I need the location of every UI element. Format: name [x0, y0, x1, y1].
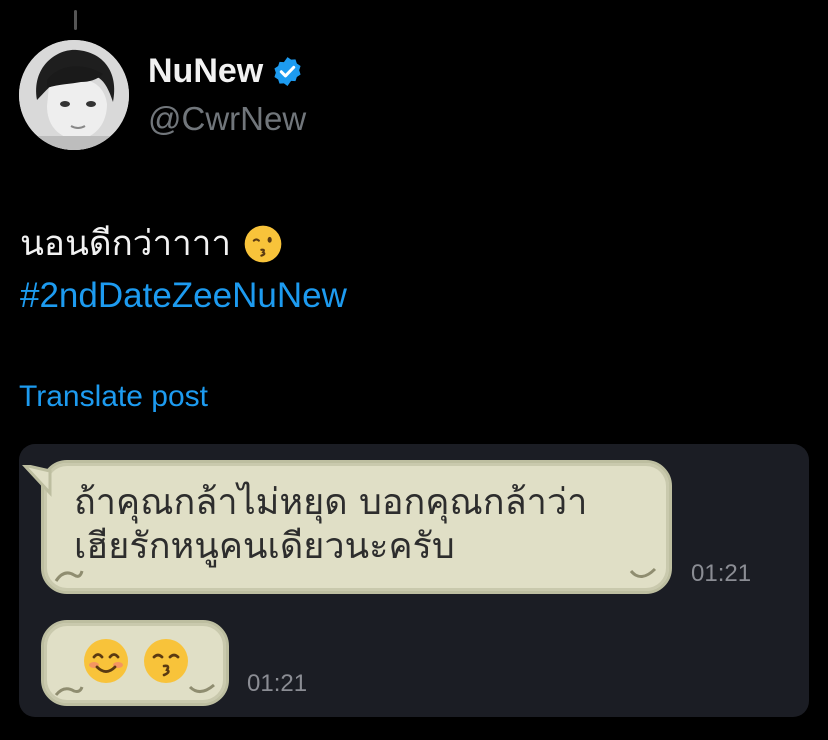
smiling-face-emoji-icon	[84, 639, 128, 683]
kissing-face-emoji-icon	[244, 225, 282, 263]
chat-message-text: ถ้าคุณกล้าไม่หยุด บอกคุณกล้าว่า เฮียรักห…	[74, 481, 587, 569]
bubble-decoration-icon	[188, 683, 215, 693]
message-timestamp: 01:21	[691, 560, 752, 587]
message-timestamp: 01:21	[247, 670, 308, 697]
avatar-portrait-icon	[19, 40, 129, 150]
tweet-body: นอนดีกว่าาาา #2ndDateZeeNuNew	[20, 218, 347, 322]
translate-post-link[interactable]: Translate post	[19, 380, 208, 414]
thread-connector-line	[74, 10, 77, 30]
bubble-decoration-icon	[629, 567, 657, 578]
hashtag-link[interactable]: #2ndDateZeeNuNew	[20, 270, 347, 322]
chat-message-line: เฮียรักหนูคนเดียวนะครับ	[74, 526, 455, 567]
chat-bubble	[41, 620, 229, 706]
kissing-face-emoji-icon	[144, 639, 188, 683]
attached-chat-screenshot[interactable]: ถ้าคุณกล้าไม่หยุด บอกคุณกล้าว่า เฮียรักห…	[19, 444, 809, 717]
display-name[interactable]: NuNew	[148, 52, 304, 91]
bubble-tail-icon	[22, 465, 52, 497]
avatar[interactable]	[19, 40, 129, 150]
display-name-text: NuNew	[148, 52, 264, 90]
verified-badge-icon	[274, 57, 301, 86]
tweet-text: นอนดีกว่าาาา	[20, 224, 232, 263]
user-handle[interactable]: @CwrNew	[148, 100, 306, 138]
bubble-decoration-icon	[54, 686, 84, 696]
chat-message-line: ถ้าคุณกล้าไม่หยุด บอกคุณกล้าว่า	[74, 482, 588, 523]
chat-bubble: ถ้าคุณกล้าไม่หยุด บอกคุณกล้าว่า เฮียรักห…	[22, 460, 672, 594]
